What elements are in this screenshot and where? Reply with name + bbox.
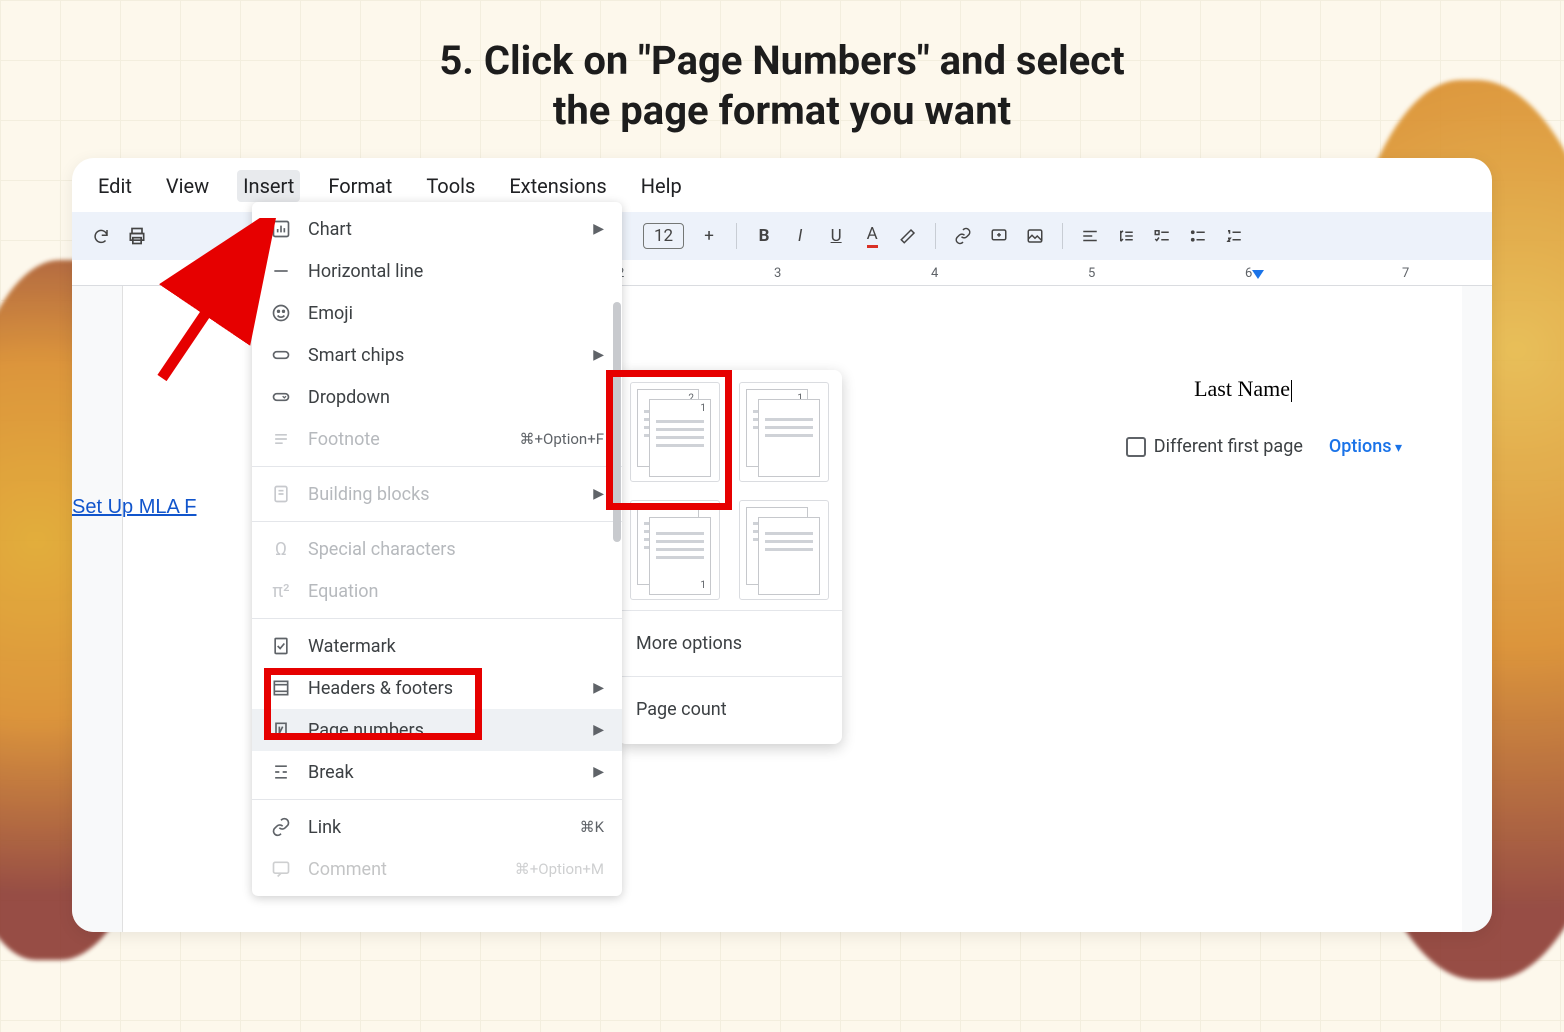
- insert-image-button[interactable]: [1020, 221, 1050, 251]
- header-text-value: Last Name: [1194, 376, 1290, 401]
- submenu-arrow-icon: ▶: [593, 221, 604, 237]
- text-cursor: [1291, 380, 1292, 402]
- numbered-list-button[interactable]: [1219, 221, 1249, 251]
- highlight-button[interactable]: [893, 221, 923, 251]
- instruction-line2: the page format you want: [0, 86, 1564, 136]
- menu-help[interactable]: Help: [635, 170, 688, 202]
- annotation-arrow-icon: [142, 218, 292, 388]
- header-text[interactable]: Last Name: [1194, 376, 1292, 402]
- insert-equation-label: Equation: [308, 581, 604, 602]
- submenu-arrow-icon: ▶: [593, 722, 604, 738]
- insert-comment-label: Comment: [308, 859, 499, 880]
- insert-building-blocks: Building blocks ▶: [252, 473, 622, 515]
- insert-chart-label: Chart: [308, 219, 577, 240]
- insert-watermark[interactable]: Watermark: [252, 625, 622, 667]
- pagenum-style-bottom-right[interactable]: 2 1: [630, 500, 720, 600]
- menu-view[interactable]: View: [160, 170, 215, 202]
- instruction-heading: 5. Click on "Page Numbers" and select th…: [0, 0, 1564, 136]
- insert-comment[interactable]: Comment ⌘+Option+M: [252, 848, 622, 890]
- right-indent-marker[interactable]: [1252, 270, 1264, 279]
- footnote-shortcut: ⌘+Option+F: [520, 430, 604, 448]
- building-blocks-icon: [270, 483, 292, 505]
- app-window: Edit View Insert Format Tools Extensions…: [72, 158, 1492, 932]
- dropdown-icon: [270, 386, 292, 408]
- insert-horizontal-line-label: Horizontal line: [308, 261, 604, 282]
- bulleted-list-button[interactable]: [1183, 221, 1213, 251]
- header-controls: Different first page Options: [1126, 436, 1402, 457]
- link-icon: [270, 816, 292, 838]
- menu-format[interactable]: Format: [322, 170, 398, 202]
- pagenum-style-top-right-skip-first[interactable]: 1: [739, 382, 829, 482]
- line-spacing-button[interactable]: [1111, 221, 1141, 251]
- watermark-icon: [270, 635, 292, 657]
- comment-icon: [270, 858, 292, 880]
- insert-special-characters: Ω Special characters: [252, 528, 622, 570]
- font-size-field[interactable]: 12: [643, 223, 684, 249]
- highlight-first-thumbnail: [606, 370, 732, 510]
- insert-equation: π² Equation: [252, 570, 622, 612]
- insert-smart-chips[interactable]: Smart chips ▶: [252, 334, 622, 376]
- add-comment-button[interactable]: [984, 221, 1014, 251]
- highlight-page-numbers: [264, 668, 482, 740]
- menu-insert[interactable]: Insert: [237, 170, 300, 202]
- font-size-increase[interactable]: +: [694, 221, 724, 251]
- partial-link-text: Set Up MLA F: [72, 496, 197, 519]
- insert-dropdown-label: Dropdown: [308, 387, 604, 408]
- submenu-arrow-icon: ▶: [593, 764, 604, 780]
- pagenum-page-count[interactable]: Page count: [630, 687, 830, 732]
- insert-watermark-label: Watermark: [308, 636, 604, 657]
- pi-icon: π²: [270, 580, 292, 602]
- submenu-arrow-icon: ▶: [593, 486, 604, 502]
- submenu-arrow-icon: ▶: [593, 347, 604, 363]
- insert-horizontal-line[interactable]: Horizontal line: [252, 250, 622, 292]
- different-first-page-label: Different first page: [1154, 436, 1303, 457]
- insert-break-label: Break: [308, 762, 577, 783]
- comment-shortcut: ⌘+Option+M: [515, 860, 604, 878]
- underline-button[interactable]: U: [821, 221, 851, 251]
- insert-smart-chips-label: Smart chips: [308, 345, 577, 366]
- ruler-tick: 3: [774, 266, 781, 281]
- submenu-arrow-icon: ▶: [593, 680, 604, 696]
- italic-button[interactable]: I: [785, 221, 815, 251]
- menu-edit[interactable]: Edit: [92, 170, 138, 202]
- insert-link-button[interactable]: [948, 221, 978, 251]
- pagenum-more-options[interactable]: More options: [630, 621, 830, 666]
- insert-building-blocks-label: Building blocks: [308, 484, 577, 505]
- insert-chart[interactable]: Chart ▶: [252, 208, 622, 250]
- insert-footnote-label: Footnote: [308, 429, 504, 450]
- insert-link-label: Link: [308, 817, 564, 838]
- menu-extensions[interactable]: Extensions: [503, 170, 612, 202]
- text-color-button[interactable]: A: [857, 221, 887, 251]
- insert-link[interactable]: Link ⌘K: [252, 806, 622, 848]
- different-first-page-checkbox[interactable]: Different first page: [1126, 436, 1303, 457]
- insert-dropdown[interactable]: Dropdown: [252, 376, 622, 418]
- checklist-button[interactable]: [1147, 221, 1177, 251]
- ruler-tick: 5: [1088, 266, 1095, 281]
- ruler-tick: 4: [931, 266, 938, 281]
- insert-menu: Chart ▶ Horizontal line Emoji Smart chip…: [252, 202, 622, 896]
- menu-tools[interactable]: Tools: [420, 170, 481, 202]
- redo-button[interactable]: [86, 221, 116, 251]
- break-icon: [270, 761, 292, 783]
- insert-special-characters-label: Special characters: [308, 539, 604, 560]
- pagenum-style-bottom-right-skip-first[interactable]: 1: [739, 500, 829, 600]
- instruction-line1: 5. Click on "Page Numbers" and select: [0, 36, 1564, 86]
- insert-emoji[interactable]: Emoji: [252, 292, 622, 334]
- bold-button[interactable]: B: [749, 221, 779, 251]
- insert-emoji-label: Emoji: [308, 303, 604, 324]
- header-options-dropdown[interactable]: Options: [1329, 436, 1402, 457]
- ruler-tick: 7: [1402, 266, 1409, 281]
- insert-break[interactable]: Break ▶: [252, 751, 622, 793]
- align-button[interactable]: [1075, 221, 1105, 251]
- link-shortcut: ⌘K: [580, 818, 604, 836]
- insert-footnote: Footnote ⌘+Option+F: [252, 418, 622, 460]
- footnote-icon: [270, 428, 292, 450]
- omega-icon: Ω: [270, 538, 292, 560]
